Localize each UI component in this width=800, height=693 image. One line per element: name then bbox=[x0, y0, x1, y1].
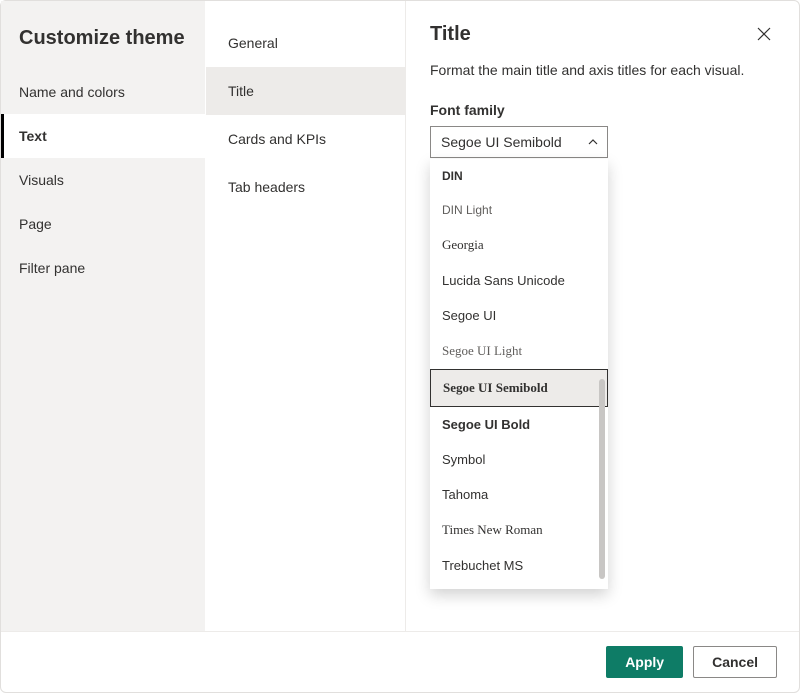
left-nav-item[interactable]: Visuals bbox=[1, 158, 205, 202]
left-nav-item[interactable]: Text bbox=[1, 114, 205, 158]
chevron-up-icon bbox=[587, 136, 599, 148]
mid-nav-item[interactable]: Cards and KPIs bbox=[206, 115, 405, 163]
mid-nav-item[interactable]: Title bbox=[206, 67, 405, 115]
dialog-footer: Apply Cancel bbox=[1, 631, 799, 692]
font-option[interactable]: Segoe UI Bold bbox=[430, 407, 608, 442]
panel-description: Format the main title and axis titles fo… bbox=[430, 62, 775, 78]
scrollbar[interactable] bbox=[599, 379, 605, 579]
left-nav-item[interactable]: Name and colors bbox=[1, 70, 205, 114]
mid-nav-item[interactable]: Tab headers bbox=[206, 163, 405, 211]
font-option[interactable]: Lucida Sans Unicode bbox=[430, 263, 608, 298]
cancel-button[interactable]: Cancel bbox=[693, 646, 777, 678]
mid-nav: GeneralTitleCards and KPIsTab headers bbox=[206, 1, 406, 631]
content-panel: Title Format the main title and axis tit… bbox=[406, 1, 799, 631]
font-option[interactable]: Verdana bbox=[430, 583, 608, 589]
left-nav-item[interactable]: Page bbox=[1, 202, 205, 246]
font-option[interactable]: Symbol bbox=[430, 442, 608, 477]
left-nav-item[interactable]: Filter pane bbox=[1, 246, 205, 290]
font-option[interactable]: DIN Light bbox=[430, 193, 608, 227]
font-option[interactable]: Segoe UI Light bbox=[430, 333, 608, 369]
font-family-dropdown: DINDIN LightGeorgiaLucida Sans UnicodeSe… bbox=[430, 159, 608, 589]
font-option[interactable]: DIN bbox=[430, 159, 608, 193]
font-option[interactable]: Trebuchet MS bbox=[430, 548, 608, 583]
dialog-title: Customize theme bbox=[1, 19, 205, 70]
left-nav: Customize theme Name and colorsTextVisua… bbox=[1, 1, 206, 631]
field-label-font-family: Font family bbox=[430, 102, 775, 118]
font-family-selected-value: Segoe UI Semibold bbox=[441, 134, 562, 150]
apply-button[interactable]: Apply bbox=[606, 646, 683, 678]
mid-nav-item[interactable]: General bbox=[206, 19, 405, 67]
font-option[interactable]: Segoe UI bbox=[430, 298, 608, 333]
close-icon[interactable] bbox=[753, 23, 775, 45]
font-option[interactable]: Tahoma bbox=[430, 477, 608, 512]
font-family-select[interactable]: Segoe UI Semibold bbox=[430, 126, 608, 158]
font-option[interactable]: Georgia bbox=[430, 227, 608, 263]
font-option[interactable]: Times New Roman bbox=[430, 512, 608, 548]
font-option[interactable]: Segoe UI Semibold bbox=[430, 369, 608, 407]
panel-heading: Title bbox=[430, 23, 471, 46]
